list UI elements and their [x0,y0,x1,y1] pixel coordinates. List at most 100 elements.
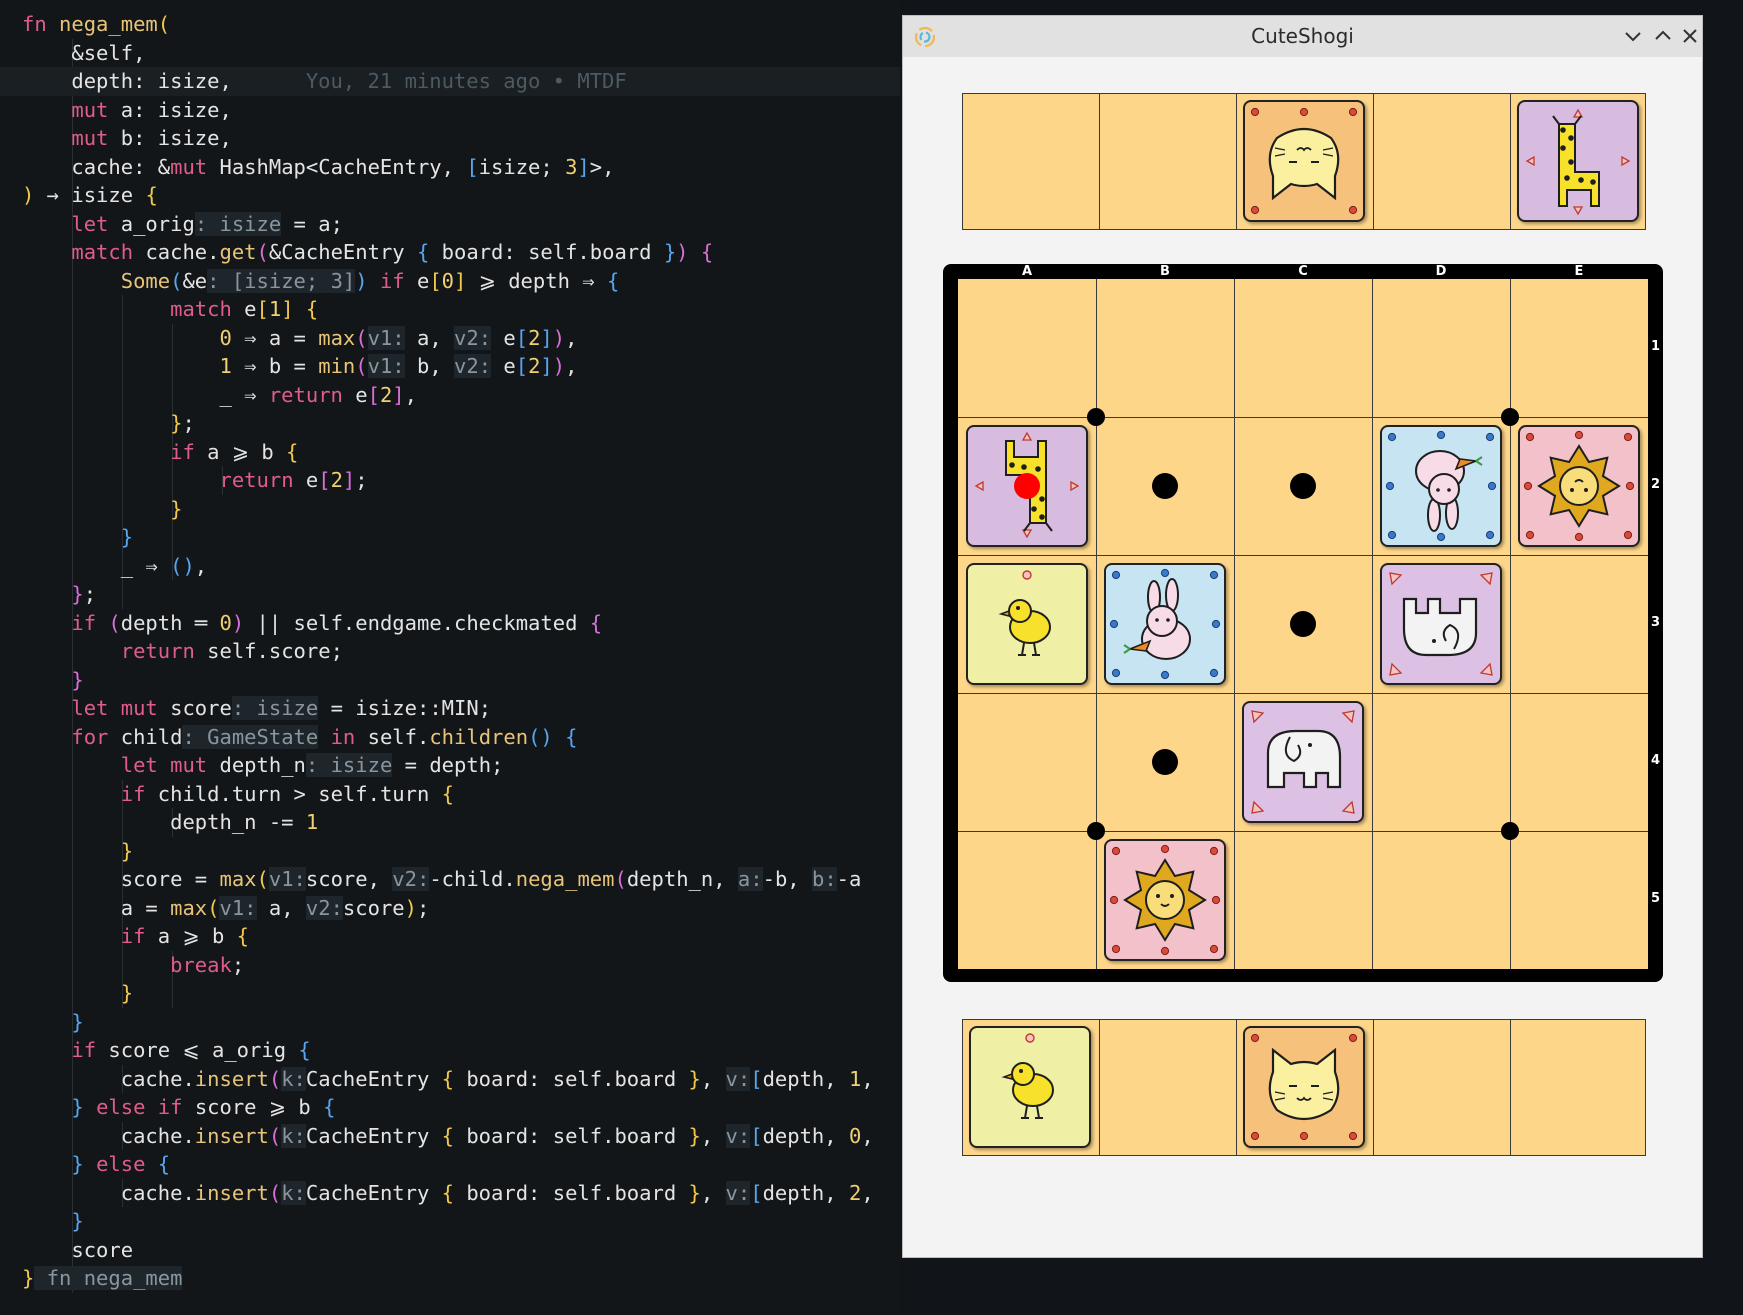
hand-slot[interactable] [1511,1020,1648,1155]
code-token: [ [750,1123,763,1148]
code-line[interactable]: depth: isize, You, 21 minutes ago • MTDF [0,67,900,96]
chick-piece[interactable] [969,1026,1091,1148]
chevron-down-icon[interactable] [1621,24,1645,48]
code-token: → isize [34,183,146,207]
code-line[interactable]: } else { [0,1150,900,1179]
code-line[interactable]: } [0,495,900,524]
code-line[interactable]: if a ⩾ b { [0,922,900,951]
chick-piece[interactable] [966,563,1088,685]
move-hint-dot[interactable] [1290,611,1316,637]
code-line[interactable]: } [0,666,900,695]
code-line[interactable]: score [0,1236,900,1265]
code-line[interactable]: }; [0,409,900,438]
board-square-E4[interactable] [1510,693,1648,831]
code-line[interactable]: score = max(v1:score, v2:-child.nega_mem… [0,865,900,894]
elephant-piece[interactable] [1380,563,1502,685]
code-line[interactable]: } else if score ⩾ b { [0,1093,900,1122]
hand-slot[interactable] [963,94,1100,229]
code-line[interactable]: match e[1] { [0,295,900,324]
code-line[interactable]: return self.score; [0,637,900,666]
code-token: b: [811,867,837,891]
board-square-B1[interactable] [1096,279,1234,417]
board-square-D4[interactable] [1372,693,1510,831]
code-token: 1 [268,297,282,321]
code-line[interactable]: _ ⇒ return e[2], [0,381,900,410]
code-token: { [441,1123,454,1148]
code-line[interactable]: a = max(v1: a, v2:score); [0,894,900,923]
lion-piece[interactable] [1104,839,1226,961]
code-line[interactable]: fn nega_mem( [0,10,900,39]
code-line[interactable]: 0 ⇒ a = max(v1: a, v2: e[2]), [0,324,900,353]
board-square-A5[interactable] [958,831,1096,969]
chevron-up-icon[interactable] [1651,24,1675,48]
code-line[interactable]: Some(&e: [isize; 3]) if e[0] ⩾ depth ⇒ { [0,267,900,296]
close-icon[interactable] [1678,24,1702,48]
move-hint-dot[interactable] [1152,749,1178,775]
code-line[interactable]: mut a: isize, [0,96,900,125]
code-token: let mut [71,696,171,720]
rabbit-piece[interactable] [1104,563,1226,685]
code-token: if [71,610,109,635]
hand-slot[interactable] [1100,1020,1237,1155]
code-line[interactable]: cache: &mut HashMap<CacheEntry, [isize; … [0,153,900,182]
column-label: C [1298,264,1308,279]
code-token: min [318,354,356,378]
code-line[interactable]: &self, [0,39,900,68]
code-line[interactable]: match cache.get(&CacheEntry { board: sel… [0,238,900,267]
code-line[interactable]: cache.insert(k:CacheEntry { board: self.… [0,1122,900,1151]
hand-slot[interactable] [1374,1020,1511,1155]
board-square-A4[interactable] [958,693,1096,831]
code-line[interactable]: } [0,979,900,1008]
code-line[interactable]: if a ⩾ b { [0,438,900,467]
code-line[interactable]: }; [0,580,900,609]
code-line[interactable]: let mut depth_n: isize = depth; [0,751,900,780]
code-line[interactable]: for child: GameState in self.children() … [0,723,900,752]
code-line[interactable]: } [0,837,900,866]
code-line[interactable]: 1 ⇒ b = min(v1: b, v2: e[2]), [0,352,900,381]
cat-piece[interactable] [1243,1026,1365,1148]
lion-piece[interactable] [1518,425,1640,547]
code-token: score [22,1237,134,1262]
elephant-piece[interactable] [1242,701,1364,823]
code-token: b: isize, [120,126,232,150]
code-editor[interactable]: fn nega_mem( &self, depth: isize, You, 21… [0,0,900,1315]
giraffe-piece[interactable] [1517,100,1639,222]
code-line[interactable]: _ ⇒ (), [0,552,900,581]
code-line[interactable]: let mut score: isize = isize::MIN; [0,694,900,723]
code-line[interactable]: mut b: isize, [0,124,900,153]
cat-piece[interactable] [1243,100,1365,222]
code-line[interactable]: cache.insert(k:CacheEntry { board: self.… [0,1179,900,1208]
code-line[interactable]: } [0,1207,900,1236]
code-line[interactable]: ) → isize { [0,181,900,210]
board-square-C5[interactable] [1234,831,1372,969]
move-hint-dot[interactable] [1290,473,1316,499]
board-square-C1[interactable] [1234,279,1372,417]
code-line[interactable]: cache.insert(k:CacheEntry { board: self.… [0,1065,900,1094]
code-line[interactable]: if score ⩽ a_orig { [0,1036,900,1065]
code-line[interactable]: if child.turn > self.turn { [0,780,900,809]
code-line[interactable]: depth_n -= 1 [0,808,900,837]
hand-slot[interactable] [1100,94,1237,229]
code-line[interactable]: } fn nega_mem [0,1264,900,1293]
board-square-D5[interactable] [1372,831,1510,969]
move-hint-dot[interactable] [1152,473,1178,499]
hand-slot[interactable] [1374,94,1511,229]
code-line[interactable]: } [0,1008,900,1037]
code-line[interactable]: let a_orig: isize = a; [0,210,900,239]
code-line[interactable]: if (depth ═ 0) || self.endgame.checkmate… [0,609,900,638]
board-square-E1[interactable] [1510,279,1648,417]
rabbit-piece[interactable] [1380,425,1502,547]
code-line[interactable]: } [0,523,900,552]
code-line[interactable]: break; [0,951,900,980]
board-square-D1[interactable] [1372,279,1510,417]
code-line[interactable]: return e[2]; [0,466,900,495]
code-token: _ ⇒ [22,553,171,578]
code-token: ; [355,468,368,492]
board-square-A1[interactable] [958,279,1096,417]
title-bar[interactable]: CuteShogi [903,16,1702,57]
board-square-E3[interactable] [1510,555,1648,693]
code-token: { [305,297,319,321]
board-square-E5[interactable] [1510,831,1648,969]
